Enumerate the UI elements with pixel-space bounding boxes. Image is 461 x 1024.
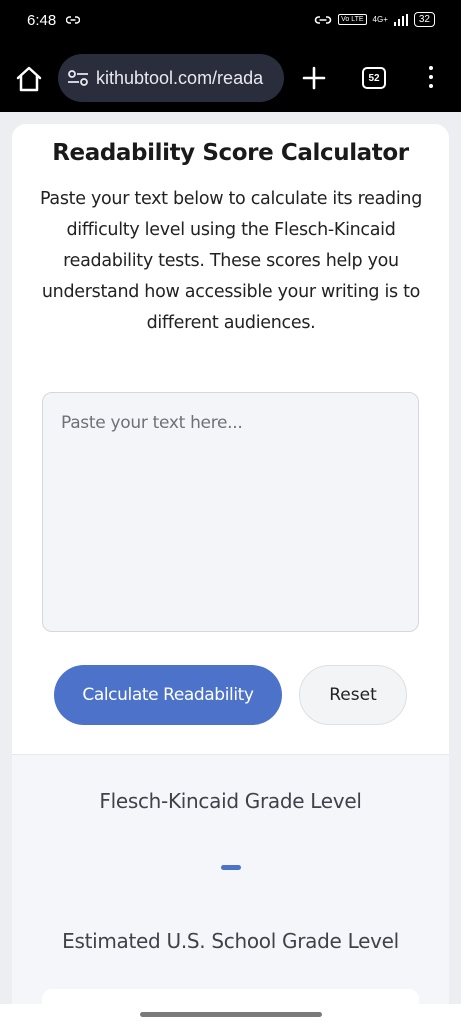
volte-badge: Vo LTE bbox=[338, 14, 367, 25]
site-settings-icon[interactable] bbox=[66, 68, 90, 88]
page-description: Paste your text below to calculate its r… bbox=[39, 189, 423, 333]
browser-toolbar: kithubtool.com/reada 52 bbox=[0, 44, 461, 112]
hotspot-icon bbox=[314, 15, 332, 24]
calculator-card: Readability Score Calculator Paste your … bbox=[12, 124, 449, 754]
more-menu-icon[interactable] bbox=[424, 66, 438, 92]
signal-icon bbox=[393, 13, 408, 26]
battery-icon: 32 bbox=[413, 12, 435, 27]
new-tab-icon[interactable] bbox=[300, 64, 328, 92]
status-bar: 6:48 Vo LTE 4G+ 32 bbox=[0, 0, 461, 44]
gesture-nav-handle[interactable] bbox=[140, 1012, 322, 1017]
reset-button[interactable]: Reset bbox=[299, 665, 407, 725]
home-icon[interactable] bbox=[14, 64, 44, 94]
school-grade-label: Estimated U.S. School Grade Level bbox=[62, 929, 399, 953]
page-title: Readability Score Calculator bbox=[52, 140, 409, 166]
network-label: 4G+ bbox=[372, 15, 388, 24]
tab-switcher-icon[interactable]: 52 bbox=[362, 67, 386, 89]
address-bar[interactable]: kithubtool.com/reada bbox=[58, 54, 284, 102]
status-icons: Vo LTE 4G+ 32 bbox=[314, 12, 435, 27]
link-icon bbox=[66, 16, 80, 24]
fk-grade-label: Flesch-Kincaid Grade Level bbox=[99, 789, 362, 813]
results-section: Flesch-Kincaid Grade Level Estimated U.S… bbox=[12, 754, 449, 1009]
status-time: 6:48 bbox=[27, 12, 57, 29]
calculate-button[interactable]: Calculate Readability bbox=[54, 665, 282, 725]
url-text[interactable]: kithubtool.com/reada bbox=[96, 68, 263, 89]
text-input[interactable] bbox=[42, 392, 419, 632]
fk-grade-value bbox=[221, 865, 241, 870]
